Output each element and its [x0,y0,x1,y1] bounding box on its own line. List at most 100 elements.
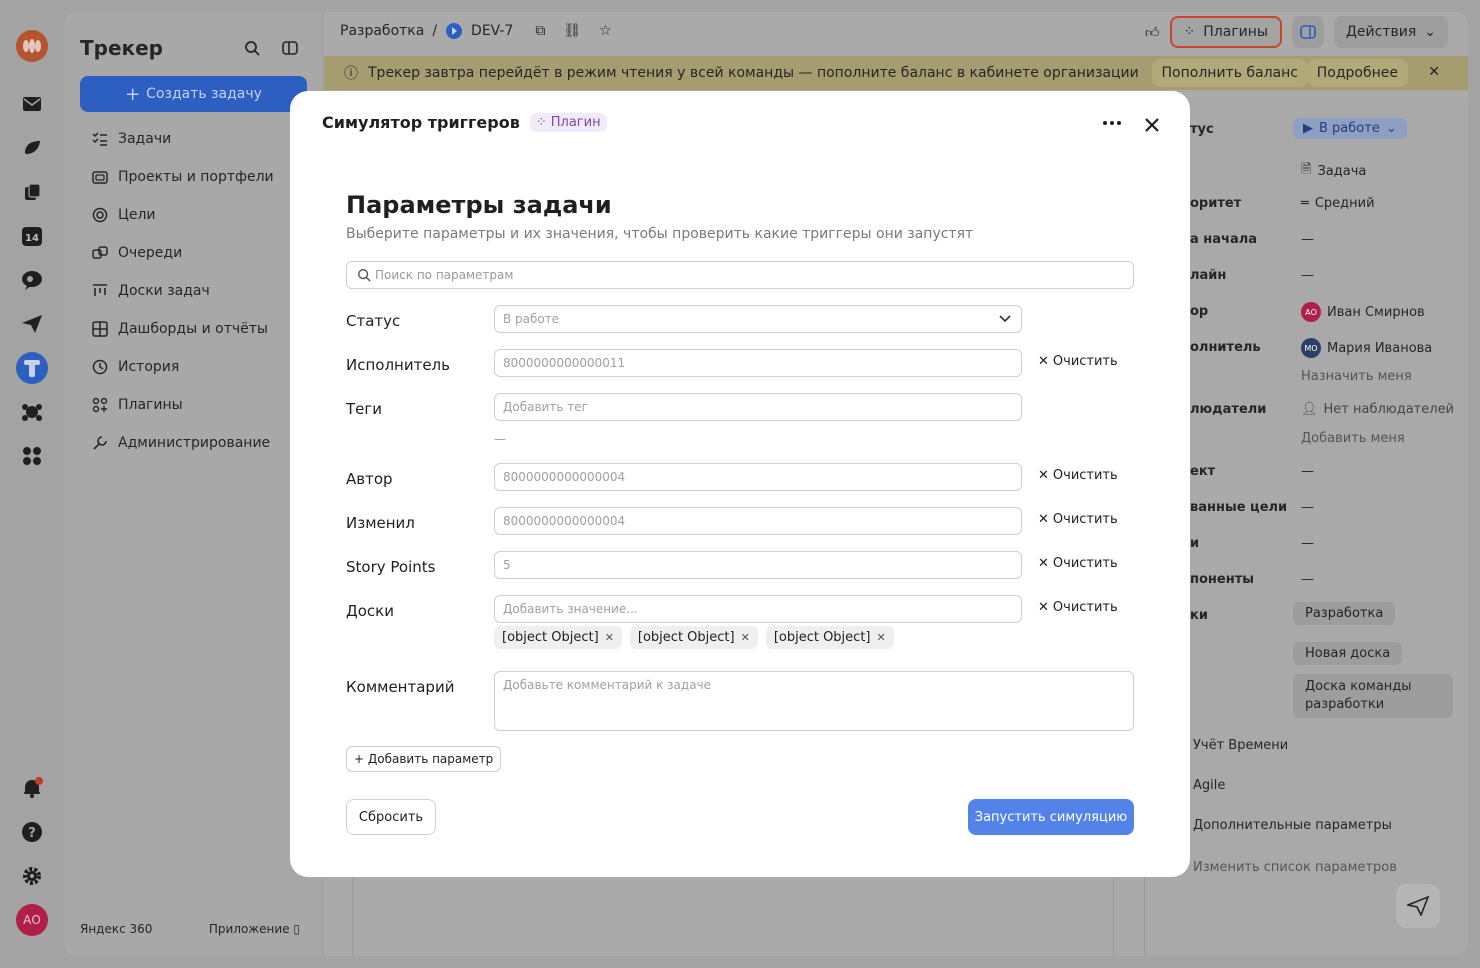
remove-chip-icon[interactable]: ✕ [741,631,750,644]
clear-boards-button[interactable]: ✕ Очистить [1038,600,1118,615]
clear-label: Очистить [1052,354,1118,369]
components-value[interactable]: — [1301,572,1314,587]
reset-button[interactable]: Сбросить [346,799,436,835]
like-icon[interactable]: 👍︎ [1145,24,1160,41]
clear-assignee-button[interactable]: ✕ Очистить [1038,354,1118,369]
status-select[interactable]: В работе [494,305,1022,333]
author-value[interactable]: АО Иван Смирнов [1301,302,1425,322]
board-chip[interactable]: Новая доска [1293,642,1403,665]
user-avatar[interactable]: АО [16,904,48,936]
status-dropdown[interactable]: ▶ В работе ⌄ [1293,118,1407,139]
breadcrumb-issue[interactable]: DEV-7 [471,23,513,39]
close-icon[interactable] [1140,113,1164,137]
actions-button[interactable]: Действия ⌄ [1333,16,1448,48]
topup-balance-button[interactable]: Пополнить баланс [1151,59,1308,87]
story-points-input-value: 5 [503,558,511,572]
assignee-input-value: 8000000000000011 [503,356,626,370]
board-chip[interactable]: Доска команды разработки [1293,674,1453,718]
plugins-label: Плагины [1203,24,1268,40]
watchers-value[interactable]: 👤︎ Нет наблюдателей [1301,402,1454,417]
link-icon[interactable]: ⛓ [563,23,581,39]
documents-icon[interactable] [16,176,48,208]
boards-input[interactable]: Добавить значение... [494,595,1022,623]
plugins-button[interactable]: ⁘ Плагины [1169,16,1282,48]
sidebar-item-goals[interactable]: Цели [80,196,307,234]
dashboards-icon [92,321,108,337]
side-panel-toggle[interactable] [1291,16,1324,48]
tags-input[interactable]: Добавить тег [494,393,1022,421]
send-icon[interactable] [16,308,48,340]
boards-icon [93,284,107,296]
remove-chip-icon[interactable]: ✕ [877,631,886,644]
sidebar-item-projects[interactable]: Проекты и портфели [80,158,307,196]
sidebar-item-queues[interactable]: Очереди [80,234,307,272]
send-feedback-button[interactable] [1396,884,1440,928]
run-simulation-button[interactable]: Запустить симуляцию [968,799,1134,835]
sidebar-nav: Задачи Проекты и портфели Цели Очереди Д… [80,120,307,462]
copy-icon[interactable]: ⧉ [535,23,545,39]
add-parameter-button[interactable]: + Добавить параметр [346,746,502,772]
search-icon[interactable] [244,40,260,56]
sidebar-item-boards[interactable]: Доски задач [80,272,307,310]
project-value[interactable]: — [1301,464,1314,479]
type-value[interactable]: 🗎 Задача [1301,160,1366,182]
goals-value[interactable]: — [1301,500,1314,515]
board-chip-label: [object Object] [502,630,599,645]
params-heading: Параметры задачи [346,191,612,219]
sidebar-item-admin[interactable]: Администрирование [80,424,307,462]
story-points-label: Story Points [346,558,436,576]
all-services-icon[interactable] [16,440,48,472]
clear-author-button[interactable]: ✕ Очистить [1038,468,1118,483]
telemost-icon[interactable] [16,264,48,296]
mail-icon[interactable] [16,88,48,120]
sidebar-item-tasks[interactable]: Задачи [80,120,307,158]
billing-banner: ⓘ Трекер завтра перейдёт в режим чтения … [324,56,1468,90]
sidebar-item-dashboards[interactable]: Дашборды и отчёты [80,310,307,348]
team-icon[interactable] [16,396,48,428]
params-search-input[interactable]: Поиск по параметрам [346,261,1134,289]
assignee-value[interactable]: МО Мария Иванова [1301,338,1432,358]
settings-gear-icon[interactable] [16,860,48,892]
modified-by-input[interactable]: 8000000000000004 [494,507,1022,535]
start-date-value[interactable]: — [1301,232,1314,247]
more-info-button[interactable]: Подробнее [1306,59,1408,87]
yandex360-logo-icon[interactable] [16,30,48,62]
tags-value[interactable]: — [1301,536,1314,551]
phone-icon: ▯ [293,922,300,936]
collapse-sidebar-icon[interactable] [282,40,298,56]
sidebar: Трекер + Создать задачу Задачи Проекты и… [64,12,323,956]
assignee-input[interactable]: 8000000000000011 [494,349,1022,377]
story-points-input[interactable]: 5 [494,551,1022,579]
sidebar-item-plugins[interactable]: Плагины [80,386,307,424]
change-params-label: Изменить список параметров [1193,860,1397,875]
remove-chip-icon[interactable]: ✕ [605,631,614,644]
sidebar-item-history[interactable]: История [80,348,307,386]
messenger-icon[interactable] [16,132,48,164]
close-banner-icon[interactable]: ✕ [1428,64,1440,80]
more-options-icon[interactable] [1100,113,1124,133]
prop-label: а начала [1190,232,1258,247]
mobile-app-link[interactable]: Приложение ▯ [209,922,300,936]
breadcrumb-project[interactable]: Разработка [340,23,424,39]
document-icon: 🗎 [1301,162,1312,177]
params-subtitle: Выберите параметры и их значения, чтобы … [346,226,974,242]
notifications-bell-icon[interactable] [16,772,48,804]
priority-value[interactable]: ═ Средний [1301,196,1375,211]
section-label: Agile [1193,778,1226,793]
modal-header: Симулятор триггеров ⁘ Плагин [322,113,607,132]
board-chip[interactable]: Разработка [1293,602,1396,625]
comment-textarea[interactable]: Добавьте комментарий к задаче [494,671,1134,731]
calendar-icon[interactable]: 14 [16,220,48,252]
star-icon[interactable]: ☆ [599,23,612,39]
prop-label: тус [1190,122,1214,137]
clear-modified-by-button[interactable]: ✕ Очистить [1038,512,1118,527]
board-chip-label: Новая доска [1293,642,1403,665]
help-icon[interactable]: ? [16,816,48,848]
deadline-value[interactable]: — [1301,268,1314,283]
create-task-button[interactable]: + Создать задачу [80,76,307,112]
author-input[interactable]: 8000000000000004 [494,463,1022,491]
modified-by-input-value: 8000000000000004 [503,514,626,528]
banner-text: Трекер завтра перейдёт в режим чтения у … [368,65,1139,81]
clear-story-points-button[interactable]: ✕ Очистить [1038,556,1118,571]
tracker-app-icon[interactable] [16,352,48,384]
